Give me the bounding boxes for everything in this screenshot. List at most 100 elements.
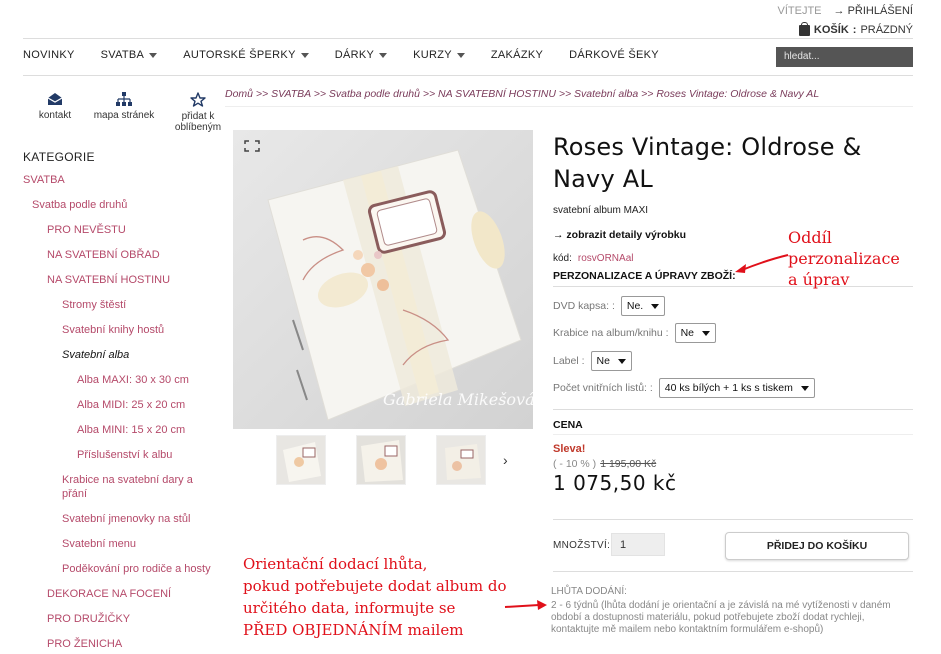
nav-item[interactable]: DÁRKOVÉ ŠEKY [569,49,659,61]
sidebar-item[interactable]: Alba MINI: 15 x 20 cm [23,423,211,448]
chevron-down-icon [651,303,660,309]
sidebar-item[interactable]: NA SVATEBNÍ HOSTINU [23,273,211,298]
sidebar-item[interactable]: Svatební alba [23,348,211,373]
quantity-input[interactable]: 1 [611,533,665,556]
sidebar-item[interactable]: PRO DRUŽIČKY [23,612,211,637]
thumbnail[interactable] [276,435,326,485]
sidebar-item-label: Stromy štěstí [62,299,127,311]
sidebar-item-label: NA SVATEBNÍ HOSTINU [47,274,171,286]
contact-link[interactable]: kontakt [30,92,80,133]
divider [553,519,913,520]
sidebar-item[interactable]: Svatební knihy hostů [23,323,211,348]
login-label: PŘIHLÁŠENÍ [847,5,913,17]
sitemap-link[interactable]: mapa stránek [84,92,164,133]
nav-item[interactable]: SVATBA [101,49,158,61]
next-thumbnail-arrow[interactable]: › [503,452,508,468]
envelope-icon [47,93,63,105]
sidebar-item[interactable]: Stromy štěstí [23,298,211,323]
current-price: 1 075,50 kč [553,471,677,495]
annotation-line: Orientační dodací lhůta, [243,555,428,573]
pages-select[interactable]: 40 ks bílých + 1 ks s tiskem [658,378,815,398]
sidebar-item[interactable]: Svatební menu [23,537,211,562]
label-select[interactable]: Ne [590,351,632,371]
select-value: Ne. [626,300,644,312]
annotation-line: určitého data, informujte se [243,599,456,617]
option-box: Krabice na album/knihu : Ne [553,323,717,343]
sidebar-item-label: Alba MAXI: 30 x 30 cm [77,374,189,386]
divider [553,434,913,435]
add-to-cart-button[interactable]: PŘIDEJ DO KOŠÍKU [725,532,909,560]
chevron-down-icon [800,385,809,391]
star-icon [190,92,206,107]
sidebar-item-label: NA SVATEBNÍ OBŘAD [47,249,160,261]
sidebar-item-label: Svatební knihy hostů [62,324,165,336]
sitemap-icon [116,92,132,106]
search-input[interactable]: hledat... [776,47,913,67]
favorite-label-1: přidat k [181,111,215,122]
nav-item[interactable]: AUTORSKÉ ŠPERKY [183,49,309,61]
thumbnail[interactable] [356,435,406,485]
sidebar-item[interactable]: Svatební jmenovky na stůl [23,512,211,537]
details-link[interactable]: → zobrazit detaily výrobku [553,229,686,241]
nav-item-label: ZAKÁZKY [490,49,544,61]
sidebar-item-label: Svatební menu [62,538,136,550]
divider [225,106,913,107]
annotation-line: perzonalizace [788,249,900,268]
select-value: Ne [596,355,610,367]
login-link[interactable]: → PŘIHLÁŠENÍ [834,5,913,17]
product-photo[interactable]: Gabriela Mikešová [233,130,533,429]
dropdown-arrow-icon [456,52,465,58]
cart-link[interactable]: KOŠÍK: PRÁZDNÝ [798,21,913,36]
sidebar-item[interactable]: Poděkování pro rodiče a hosty [23,562,211,587]
sidebar-item-label: Svatební alba [62,349,130,361]
sidebar-item-label: Krabice na svatební dary a [62,474,193,486]
nav-item-label: DÁRKOVÉ ŠEKY [569,49,659,61]
sidebar-item[interactable]: Příslušenství k albu [23,448,211,473]
delivery-text: 2 - 6 týdnů (lhůta dodání je orientační … [551,600,891,635]
annotation-personalization: Oddíl perzonalizace a úprav [788,227,900,290]
option-label-select: Label : Ne [553,351,632,371]
sidebar-item[interactable]: Svatba podle druhů [23,198,211,223]
old-price-row: ( - 10 % ) 1 195,00 Kč [553,458,656,470]
box-select[interactable]: Ne [674,323,717,343]
price-heading: CENA [553,419,583,431]
main-navigation: NOVINKY SVATBA AUTORSKÉ ŠPERKY DÁRKY KURZY ZA… [23,49,685,61]
sidebar-item-label: Svatba podle druhů [32,199,128,211]
option-label: DVD kapsa: : [553,300,615,312]
top-bar: VÍTEJTE → PŘIHLÁŠENÍ [778,5,914,17]
sidebar-item-label: Příslušenství k albu [77,449,173,461]
sidebar-item-label: Alba MINI: 15 x 20 cm [77,424,186,436]
nav-item[interactable]: ZAKÁZKY [491,49,543,61]
album-illustration: Gabriela Mikešová [233,130,533,429]
sidebar-item[interactable]: NA SVATEBNÍ OBŘAD [23,248,211,273]
personalization-heading: PERZONALIZACE A ÚPRAVY ZBOŽÍ: [553,270,736,282]
sidebar-item[interactable]: PRO NEVĚSTU [23,223,211,248]
sidebar-item[interactable]: Krabice na svatební dary a přání [23,473,211,512]
dvd-pocket-select[interactable]: Ne. [620,296,666,316]
expand-icon[interactable] [244,140,260,152]
sidebar-item[interactable]: Alba MAXI: 30 x 30 cm [23,373,211,398]
chevron-down-icon [617,358,626,364]
code-label: kód: [553,253,572,264]
add-favorite-link[interactable]: přidat k oblíbeným [168,92,228,133]
discount-percent: ( - 10 % ) [553,458,597,470]
nav-item[interactable]: NOVINKY [23,49,75,61]
sidebar-item-label: Poděkování pro rodiče a hosty [62,563,211,575]
select-value: Ne [680,327,695,339]
sidebar-item-label: SVATBA [23,174,65,186]
shopping-bag-icon [798,21,810,36]
product-title: Roses Vintage: Oldrose & Navy AL [553,133,862,193]
discount-label: Sleva! [553,443,586,455]
sidebar-item-label: PRO ŽENICHA [47,638,123,650]
nav-item[interactable]: DÁRKY [334,49,388,61]
breadcrumb[interactable]: Domů >> SVATBA >> Svatba podle druhů >> … [225,88,819,100]
sidebar-item[interactable]: Alba MIDI: 25 x 20 cm [23,398,211,423]
sidebar-item[interactable]: SVATBA [23,173,211,198]
thumbnail[interactable] [436,435,486,485]
sitemap-label: mapa stránek [93,110,155,121]
nav-item[interactable]: KURZY [413,49,465,61]
nav-item-label: DÁRKY [334,49,375,61]
sidebar-item[interactable]: PRO ŽENICHA [23,637,211,654]
sidebar-item[interactable]: DEKORACE NA FOCENÍ [23,587,211,612]
cart-status: PRÁZDNÝ [860,24,913,36]
